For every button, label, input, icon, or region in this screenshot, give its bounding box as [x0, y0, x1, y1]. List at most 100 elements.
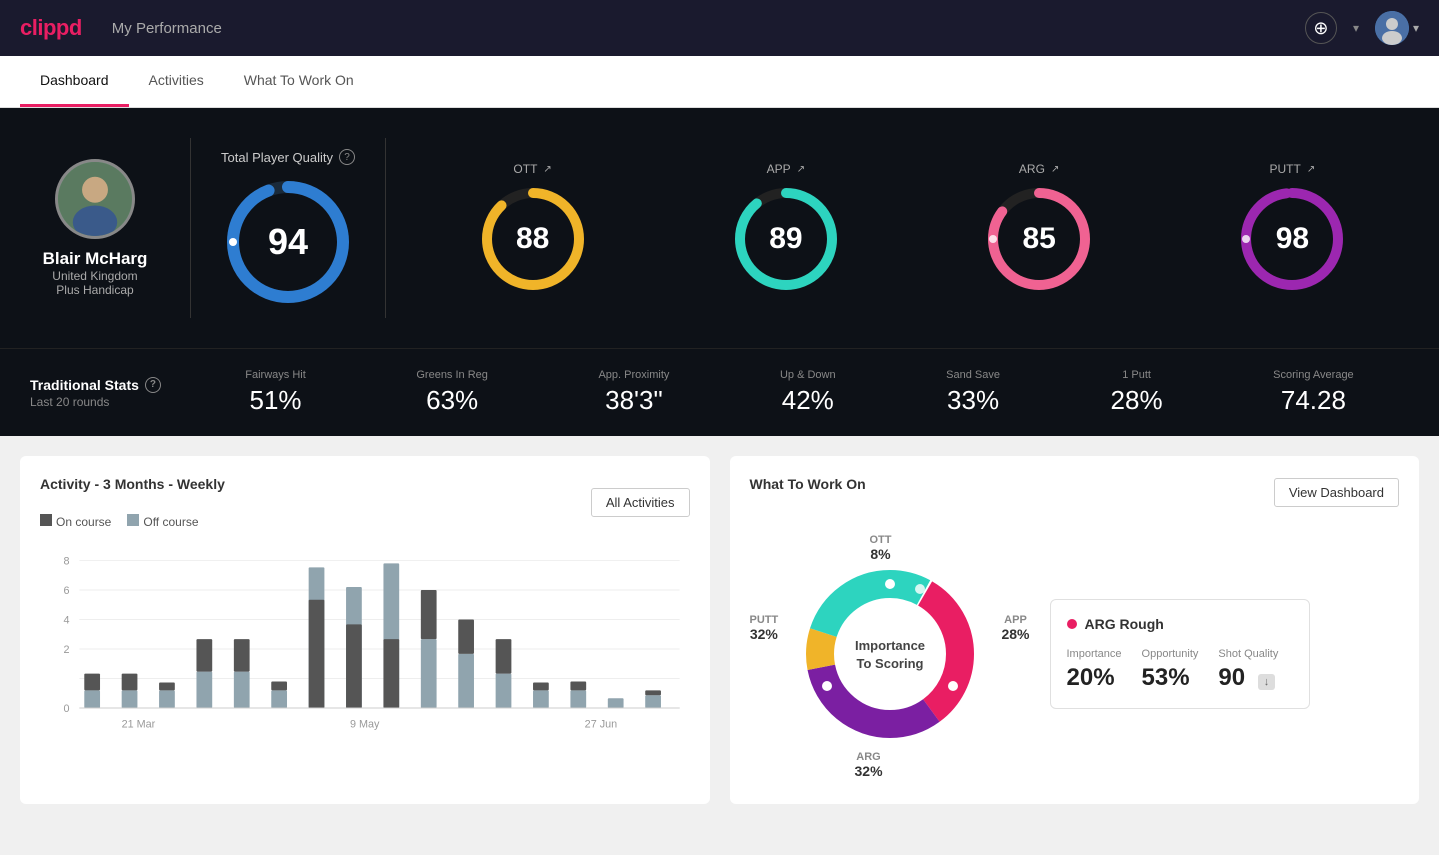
- app-header: clippd My Performance ⊕ ▾ ▾: [0, 0, 1439, 56]
- app-score: APP↗ 89: [731, 162, 841, 294]
- wtwo-header: What To Work On View Dashboard: [750, 476, 1400, 508]
- donut-svg: Importance To Scoring: [790, 554, 990, 754]
- importance-value: 20%: [1067, 664, 1122, 692]
- one-putt-label: 1 Putt: [1122, 369, 1151, 381]
- scores-grid: OTT↗ 88 APP↗: [416, 162, 1409, 294]
- logo: clippd: [20, 15, 82, 41]
- tab-activities[interactable]: Activities: [129, 56, 224, 107]
- tpq-value: 94: [268, 221, 308, 263]
- ott-value: 88: [516, 222, 549, 256]
- tpq-score: Total Player Quality ? 94: [221, 149, 355, 307]
- ott-ring: 88: [478, 184, 588, 294]
- sand-save-stat: Sand Save 33%: [946, 369, 1000, 416]
- putt-ring: 98: [1237, 184, 1347, 294]
- svg-text:To Scoring: To Scoring: [856, 656, 923, 671]
- arg-donut-label: ARG 32%: [855, 751, 883, 779]
- ott-label: OTT↗: [513, 162, 551, 176]
- opportunity-metric: Opportunity 53%: [1142, 648, 1199, 692]
- gir-value: 63%: [426, 385, 478, 416]
- header-actions: ⊕ ▾ ▾: [1305, 11, 1419, 45]
- svg-text:0: 0: [64, 703, 70, 715]
- header-title: My Performance: [112, 20, 222, 37]
- up-down-stat: Up & Down 42%: [780, 369, 836, 416]
- tab-what-to-work-on[interactable]: What To Work On: [224, 56, 374, 107]
- user-avatar-button[interactable]: ▾: [1375, 11, 1419, 45]
- vertical-divider-2: [385, 138, 386, 318]
- putt-donut-label: PUTT 32%: [750, 614, 779, 642]
- svg-text:21 Mar: 21 Mar: [122, 719, 156, 731]
- tpq-help-icon[interactable]: ?: [339, 149, 355, 165]
- stats-sublabel: Last 20 rounds: [30, 395, 190, 409]
- add-button[interactable]: ⊕: [1305, 12, 1337, 44]
- hero-section: Blair McHarg United Kingdom Plus Handica…: [0, 108, 1439, 348]
- player-info: Blair McHarg United Kingdom Plus Handica…: [30, 159, 160, 297]
- tpq-label: Total Player Quality ?: [221, 149, 355, 165]
- shot-quality-label: Shot Quality: [1218, 648, 1278, 660]
- ott-score: OTT↗ 88: [478, 162, 588, 294]
- sand-save-label: Sand Save: [946, 369, 1000, 381]
- avatar-chevron: ▾: [1413, 21, 1419, 35]
- arg-label: ARG↗: [1019, 162, 1059, 176]
- pink-dot-icon: [1067, 619, 1077, 629]
- player-country: United Kingdom: [52, 269, 137, 283]
- svg-text:8: 8: [64, 555, 70, 567]
- arg-value: 85: [1022, 222, 1055, 256]
- off-course-legend: Off course: [127, 514, 198, 529]
- putt-value: 98: [1276, 222, 1309, 256]
- shot-quality-metric: Shot Quality 90 ↓: [1218, 648, 1278, 692]
- vertical-divider: [190, 138, 191, 318]
- shot-quality-badge: ↓: [1258, 674, 1276, 690]
- header-chevron: ▾: [1353, 21, 1359, 35]
- svg-text:9 May: 9 May: [350, 719, 380, 731]
- up-down-label: Up & Down: [780, 369, 836, 381]
- what-to-work-on-panel: What To Work On View Dashboard OTT 8% AP…: [730, 456, 1420, 804]
- view-dashboard-button[interactable]: View Dashboard: [1274, 478, 1399, 507]
- fairways-value: 51%: [250, 385, 302, 416]
- avatar: [1375, 11, 1409, 45]
- svg-text:2: 2: [64, 644, 70, 656]
- info-card-metrics: Importance 20% Opportunity 53% Shot Qual…: [1067, 648, 1293, 692]
- chart-header: Activity - 3 Months - Weekly On course O…: [40, 476, 690, 529]
- player-avatar: [55, 159, 135, 239]
- chart-legend: On course Off course: [40, 514, 225, 529]
- tab-dashboard[interactable]: Dashboard: [20, 56, 129, 107]
- scoring-avg-value: 74.28: [1281, 385, 1346, 416]
- player-handicap: Plus Handicap: [56, 283, 133, 297]
- bottom-panels: Activity - 3 Months - Weekly On course O…: [0, 436, 1439, 824]
- app-ring: 89: [731, 184, 841, 294]
- svg-text:4: 4: [64, 614, 70, 626]
- bar-chart-svg: 8 6 4 2 0: [40, 539, 690, 759]
- app-prox-label: App. Proximity: [598, 369, 669, 381]
- app-donut-label: APP 28%: [1001, 614, 1029, 642]
- stats-label-section: Traditional Stats ? Last 20 rounds: [30, 377, 190, 409]
- app-prox-value: 38'3": [605, 385, 663, 416]
- importance-metric: Importance 20%: [1067, 648, 1122, 692]
- putt-label: PUTT↗: [1270, 162, 1316, 176]
- chart-area: 8 6 4 2 0: [40, 539, 690, 739]
- opportunity-value: 53%: [1142, 664, 1199, 692]
- all-activities-button[interactable]: All Activities: [591, 488, 690, 517]
- fairways-hit-stat: Fairways Hit 51%: [245, 369, 306, 416]
- scoring-avg-stat: Scoring Average 74.28: [1273, 369, 1354, 416]
- sand-save-value: 33%: [947, 385, 999, 416]
- one-putt-value: 28%: [1111, 385, 1163, 416]
- info-card: ARG Rough Importance 20% Opportunity 53%…: [1050, 599, 1310, 709]
- app-value: 89: [769, 222, 802, 256]
- svg-text:27 Jun: 27 Jun: [585, 719, 617, 731]
- scoring-avg-label: Scoring Average: [1273, 369, 1354, 381]
- info-card-title: ARG Rough: [1067, 616, 1293, 632]
- gir-stat: Greens In Reg 63%: [416, 369, 488, 416]
- svg-text:6: 6: [64, 585, 70, 597]
- arg-ring: 85: [984, 184, 1094, 294]
- opportunity-label: Opportunity: [1142, 648, 1199, 660]
- putt-score: PUTT↗ 98: [1237, 162, 1347, 294]
- plus-icon: ⊕: [1313, 18, 1328, 39]
- player-name: Blair McHarg: [43, 249, 148, 269]
- chart-title: Activity - 3 Months - Weekly: [40, 476, 225, 492]
- importance-label: Importance: [1067, 648, 1122, 660]
- stats-help-icon[interactable]: ?: [145, 377, 161, 393]
- app-label: APP↗: [767, 162, 805, 176]
- on-course-legend: On course: [40, 514, 111, 529]
- arg-score: ARG↗ 85: [984, 162, 1094, 294]
- donut-container: OTT 8% APP 28% ARG 32% PUTT 32%: [750, 524, 1030, 784]
